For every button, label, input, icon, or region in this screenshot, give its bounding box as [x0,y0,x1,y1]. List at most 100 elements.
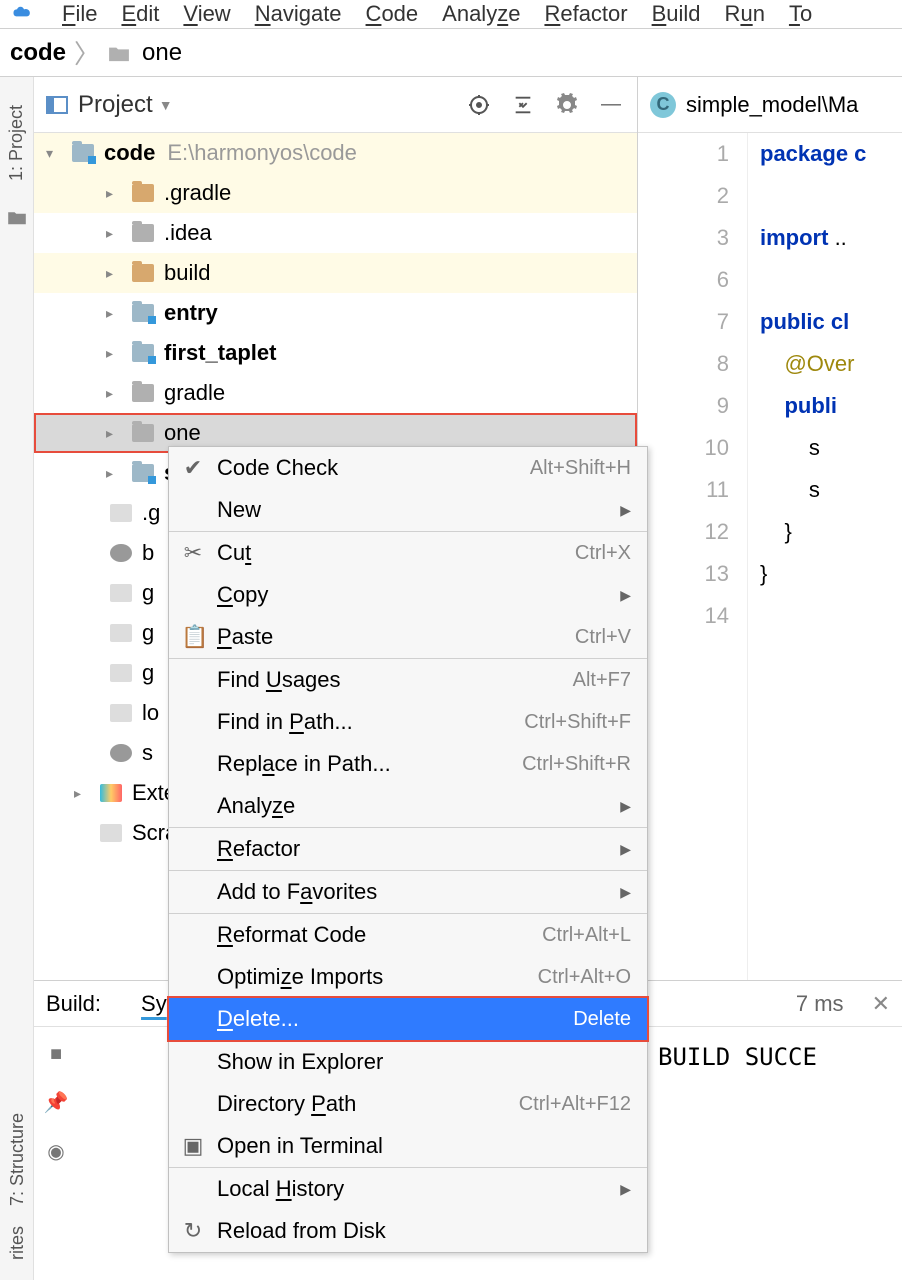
chevron-right-icon[interactable]: ▸ [106,453,124,493]
target-icon[interactable] [465,91,493,119]
collapse-icon[interactable] [509,91,537,119]
menu-directory-path[interactable]: Directory PathCtrl+Alt+F12 [169,1083,647,1125]
tree-item-first-taplet[interactable]: ▸first_taplet [34,333,637,373]
menu-paste[interactable]: 📋PasteCtrl+V [169,616,647,658]
menu-open-terminal[interactable]: ▣Open in Terminal [169,1125,647,1167]
folder-icon [132,304,154,322]
tab-favorites[interactable]: rites [7,1226,28,1260]
file-icon [110,664,132,682]
menu-show-explorer[interactable]: Show in Explorer [169,1041,647,1083]
folder-icon [132,424,154,442]
menu-view[interactable]: View [183,1,230,27]
folder-icon [132,264,154,282]
bottom-rail: 7: Structure rites [0,1010,34,1280]
file-icon [110,504,132,522]
chevron-right-icon[interactable]: ▸ [106,173,124,213]
libraries-icon [100,784,122,802]
breadcrumb-root[interactable]: code [10,39,66,67]
folder-icon [132,184,154,202]
folder-icon [132,224,154,242]
scratch-icon [100,824,122,842]
menu-copy[interactable]: Copy▶ [169,574,647,616]
terminal-icon: ▣ [181,1133,205,1159]
build-tab-sync[interactable]: Sy [141,991,167,1017]
cut-icon: ✂ [181,540,205,566]
menu-find-usages[interactable]: Find UsagesAlt+F7 [169,659,647,701]
menu-refactor[interactable]: Refactor▶ [169,828,647,870]
project-view-title[interactable]: Project [78,91,153,119]
menu-new[interactable]: New▶ [169,489,647,531]
menu-cut[interactable]: ✂CutCtrl+X [169,532,647,574]
minimize-icon[interactable]: — [597,91,625,119]
menu-run[interactable]: Run [725,1,765,27]
chevron-right-icon[interactable]: ▸ [106,413,124,453]
menu-delete[interactable]: Delete...Delete [169,998,647,1040]
chevron-right-icon[interactable]: ▸ [106,373,124,413]
file-icon [110,704,132,722]
menu-bar: File Edit View Navigate Code Analyze Ref… [0,0,902,29]
menu-code-check[interactable]: ✔Code CheckAlt+Shift+H [169,447,647,489]
class-icon: C [650,92,676,118]
context-menu: ✔Code CheckAlt+Shift+H New▶ ✂CutCtrl+X C… [168,446,648,1253]
folder-icon [7,209,27,225]
project-view-icon [46,96,68,114]
chevron-right-icon: ▶ [620,1181,631,1198]
gradle-icon [110,744,132,762]
chevron-down-icon[interactable]: ▾ [46,133,64,173]
breadcrumb-leaf[interactable]: one [142,39,182,67]
folder-icon [108,44,130,62]
stop-icon[interactable]: ■ [50,1043,62,1066]
eye-icon[interactable]: ◉ [47,1139,64,1164]
gear-icon[interactable] [553,91,581,119]
tree-item-gradle[interactable]: ▸.gradle [34,173,637,213]
chevron-right-icon[interactable]: ▸ [74,773,92,813]
menu-navigate[interactable]: Navigate [255,1,342,27]
menu-find-in-path[interactable]: Find in Path...Ctrl+Shift+F [169,701,647,743]
tree-item-idea[interactable]: ▸.idea [34,213,637,253]
chevron-right-icon[interactable]: ▸ [106,213,124,253]
tab-project[interactable]: 1: Project [6,97,27,189]
menu-replace-in-path[interactable]: Replace in Path...Ctrl+Shift+R [169,743,647,785]
menu-file[interactable]: File [62,1,97,27]
tree-root[interactable]: ▾ code E:\harmonyos\code [34,133,637,173]
menu-reload-disk[interactable]: ↻Reload from Disk [169,1210,647,1252]
menu-tools[interactable]: To [789,1,812,27]
menu-edit[interactable]: Edit [121,1,159,27]
gradle-icon [110,544,132,562]
editor-tab[interactable]: C simple_model\Ma [638,77,902,133]
pin-icon[interactable]: 📌 [44,1090,69,1115]
app-logo-icon [10,0,38,28]
tree-item-build[interactable]: ▸build [34,253,637,293]
project-panel-header: Project ▼ — [34,77,637,133]
file-icon [110,624,132,642]
breadcrumb-separator-icon: 〉 [74,34,100,71]
menu-analyze[interactable]: Analyze▶ [169,785,647,827]
check-icon: ✔ [181,455,205,481]
folder-icon [72,144,94,162]
editor-tab-label: simple_model\Ma [686,92,858,118]
breadcrumb: code 〉 one [0,29,902,77]
menu-local-history[interactable]: Local History▶ [169,1168,647,1210]
folder-icon [132,384,154,402]
paste-icon: 📋 [181,624,205,650]
menu-code[interactable]: Code [366,1,419,27]
tab-structure[interactable]: 7: Structure [7,1113,28,1206]
reload-icon: ↻ [181,1218,205,1244]
menu-favorites[interactable]: Add to Favorites▶ [169,871,647,913]
tree-item-entry[interactable]: ▸entry [34,293,637,333]
folder-icon [132,344,154,362]
menu-build[interactable]: Build [652,1,701,27]
menu-optimize-imports[interactable]: Optimize ImportsCtrl+Alt+O [169,956,647,998]
chevron-right-icon: ▶ [620,502,631,519]
menu-analyze[interactable]: Analyze [442,1,520,27]
chevron-right-icon[interactable]: ▸ [106,253,124,293]
menu-reformat[interactable]: Reformat CodeCtrl+Alt+L [169,914,647,956]
build-elapsed: 7 ms [796,991,844,1017]
build-title: Build: [46,991,101,1017]
tree-item-gradle2[interactable]: ▸gradle [34,373,637,413]
menu-refactor[interactable]: Refactor [544,1,627,27]
chevron-right-icon[interactable]: ▸ [106,293,124,333]
dropdown-icon[interactable]: ▼ [159,97,173,113]
chevron-right-icon[interactable]: ▸ [106,333,124,373]
close-icon[interactable]: ✕ [872,991,890,1017]
